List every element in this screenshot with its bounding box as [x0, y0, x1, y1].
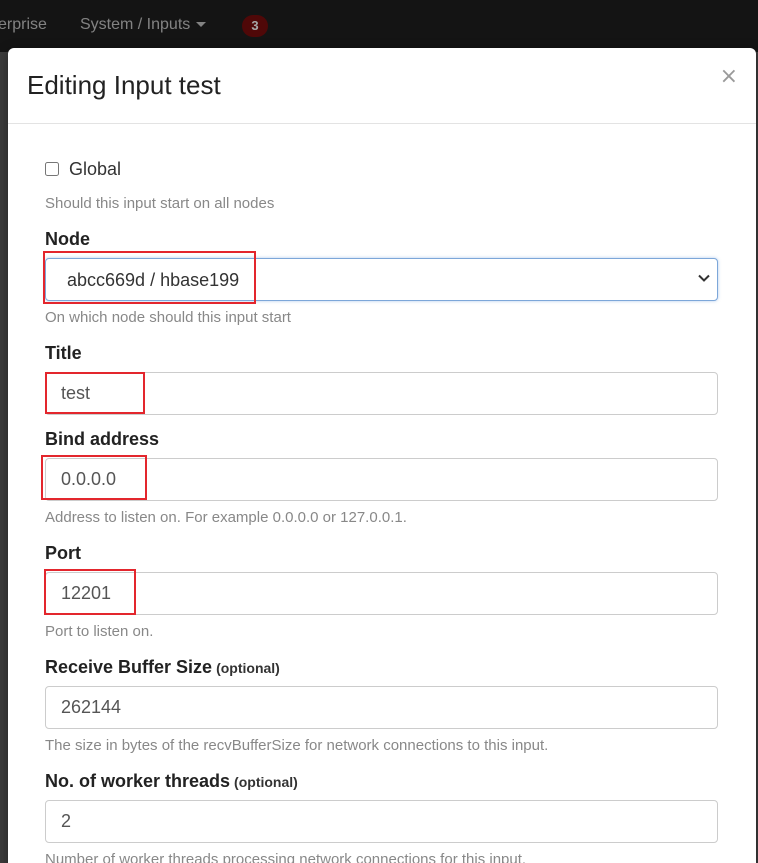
recv-buffer-input[interactable] — [45, 686, 718, 729]
global-help: Should this input start on all nodes — [45, 195, 275, 212]
chevron-down-icon — [698, 274, 710, 282]
worker-threads-label: No. of worker threads (optional) — [45, 771, 298, 792]
title-input[interactable] — [45, 372, 718, 415]
global-checkbox-row[interactable]: Global — [45, 159, 121, 180]
modal-body: Global Should this input start on all no… — [41, 48, 718, 863]
port-help: Port to listen on. — [45, 623, 154, 640]
title-label: Title — [45, 343, 82, 363]
bind-address-help: Address to listen on. For example 0.0.0.… — [45, 509, 407, 526]
worker-threads-input[interactable] — [45, 800, 718, 843]
recv-buffer-label-text: Receive Buffer Size — [45, 657, 213, 677]
global-checkbox[interactable] — [45, 162, 59, 176]
node-help: On which node should this input start — [45, 309, 291, 326]
node-label: Node — [45, 229, 90, 249]
bind-address-input[interactable] — [45, 458, 718, 501]
close-icon[interactable]: × — [720, 64, 738, 89]
port-input[interactable] — [45, 572, 718, 615]
recv-buffer-optional: (optional) — [216, 660, 280, 676]
global-label: Global — [69, 159, 122, 179]
recv-buffer-label: Receive Buffer Size (optional) — [45, 657, 280, 678]
edit-input-modal: Editing Input test × Global Should this … — [8, 48, 756, 863]
node-select[interactable]: abcc669d / hbase199 — [45, 258, 718, 301]
worker-threads-help: Number of worker threads processing netw… — [45, 851, 527, 863]
worker-threads-label-text: No. of worker threads — [45, 771, 231, 791]
node-select-value: abcc669d / hbase199 — [67, 270, 240, 290]
recv-buffer-help: The size in bytes of the recvBufferSize … — [45, 737, 549, 754]
port-label: Port — [45, 543, 81, 563]
bind-address-label: Bind address — [45, 429, 160, 449]
worker-threads-optional: (optional) — [234, 774, 298, 790]
